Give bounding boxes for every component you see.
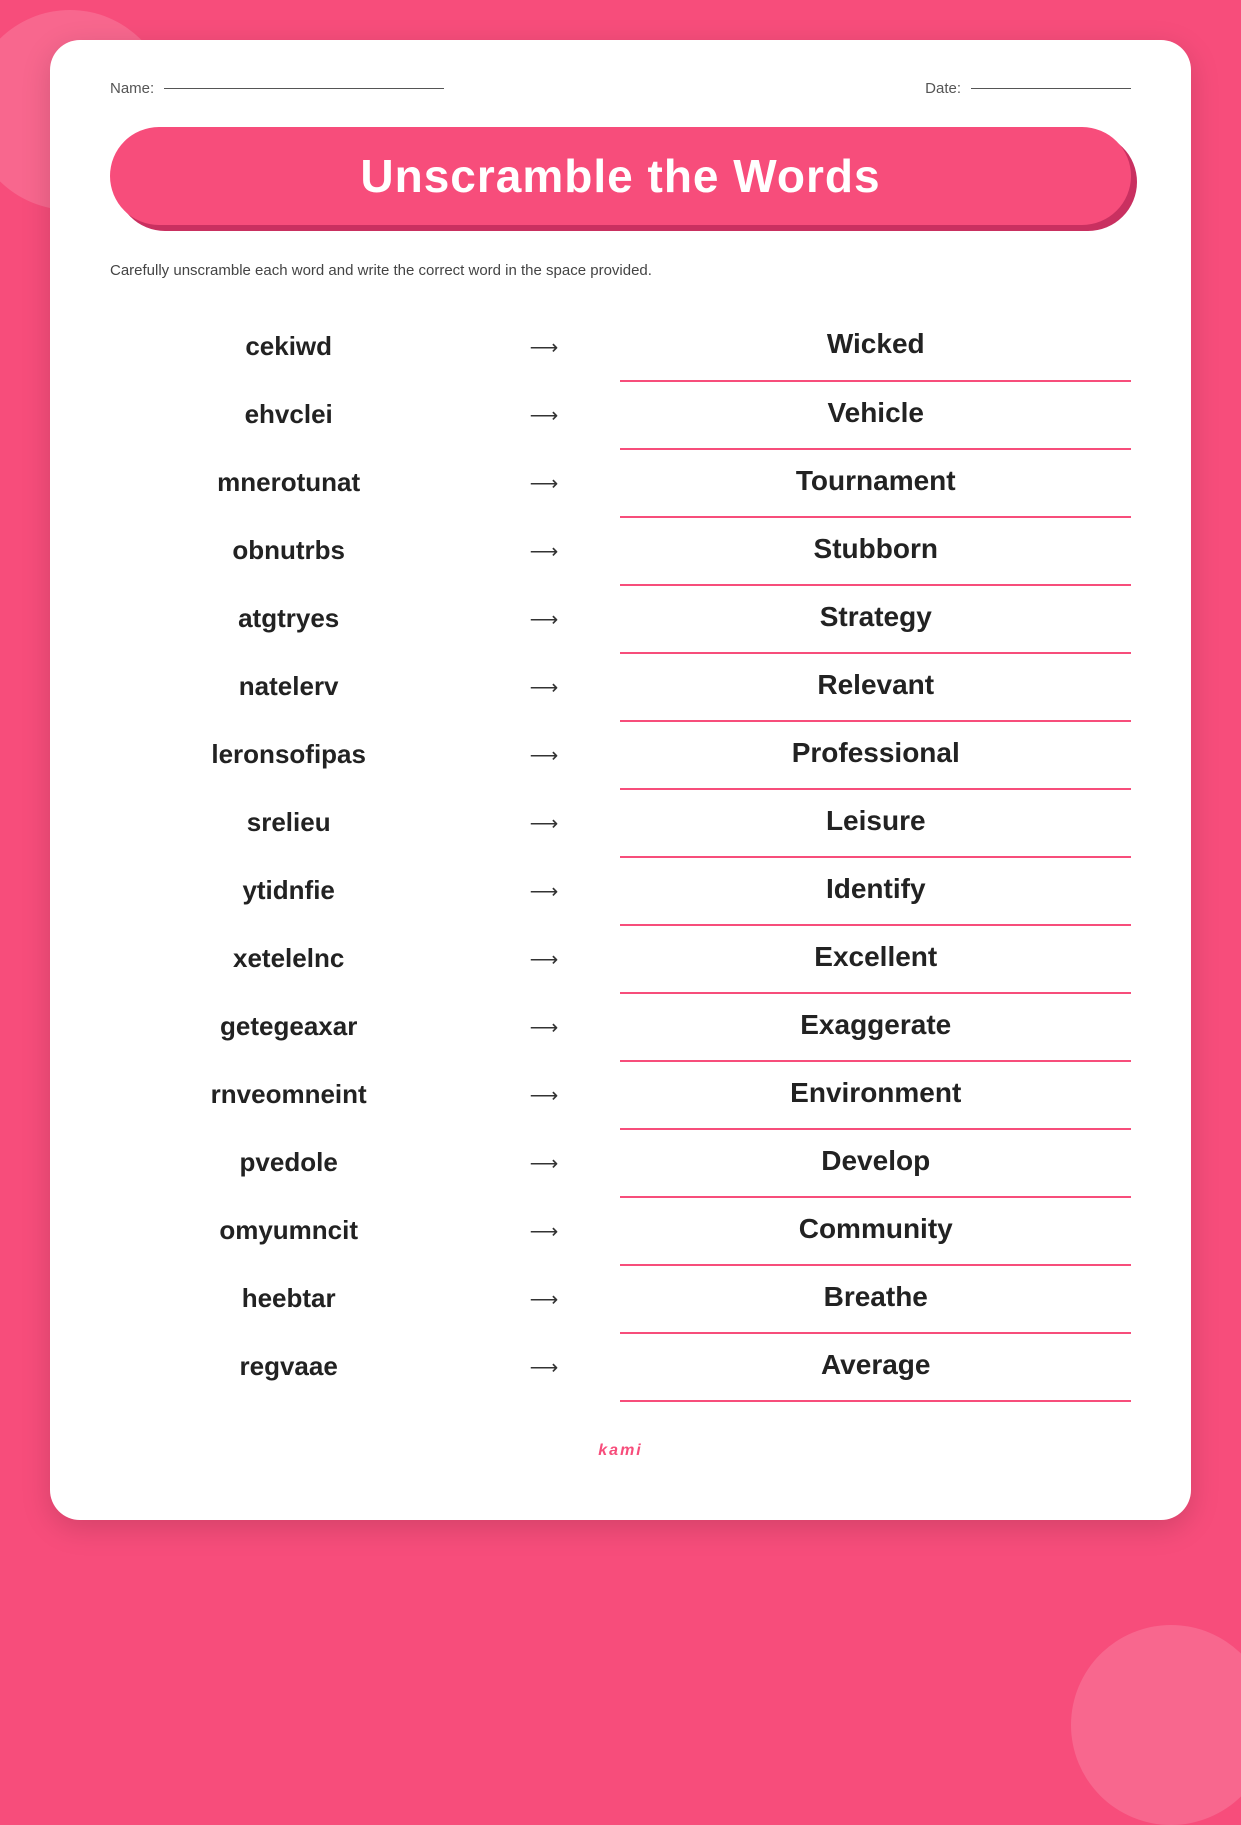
right-arrow-icon: ⟶ — [530, 811, 559, 836]
answer-word: Exaggerate — [620, 993, 1131, 1061]
answer-word: Tournament — [620, 449, 1131, 517]
corner-circle-br — [1071, 1625, 1241, 1825]
title-container: Unscramble the Words — [110, 127, 1131, 225]
table-row: rnveomneint ⟶ Environment — [110, 1061, 1131, 1129]
name-date-row: Name: Date: — [110, 80, 1131, 97]
arrow-icon: ⟶ — [467, 1265, 620, 1333]
table-row: srelieu ⟶ Leisure — [110, 789, 1131, 857]
arrow-icon: ⟶ — [467, 653, 620, 721]
scrambled-word: ytidnfie — [110, 857, 467, 925]
right-arrow-icon: ⟶ — [530, 1083, 559, 1108]
right-arrow-icon: ⟶ — [530, 743, 559, 768]
answer-word: Excellent — [620, 925, 1131, 993]
scrambled-word: xetelelnc — [110, 925, 467, 993]
scrambled-word: rnveomneint — [110, 1061, 467, 1129]
answer-word: Community — [620, 1197, 1131, 1265]
answer-word: Identify — [620, 857, 1131, 925]
page-inner: Name: Date: Unscramble the Words Careful… — [50, 40, 1191, 1520]
right-arrow-icon: ⟶ — [530, 607, 559, 632]
scrambled-word: heebtar — [110, 1265, 467, 1333]
arrow-icon: ⟶ — [467, 1129, 620, 1197]
scrambled-word: obnutrbs — [110, 517, 467, 585]
instructions-text: Carefully unscramble each word and write… — [110, 260, 1131, 283]
table-row: ehvclei ⟶ Vehicle — [110, 381, 1131, 449]
scrambled-word: leronsofipas — [110, 721, 467, 789]
date-label: Date: — [925, 80, 961, 97]
date-underline — [971, 88, 1131, 89]
scrambled-word: cekiwd — [110, 313, 467, 381]
table-row: omyumncit ⟶ Community — [110, 1197, 1131, 1265]
right-arrow-icon: ⟶ — [530, 1151, 559, 1176]
right-arrow-icon: ⟶ — [530, 947, 559, 972]
scrambled-word: natelerv — [110, 653, 467, 721]
answer-word: Leisure — [620, 789, 1131, 857]
answer-word: Relevant — [620, 653, 1131, 721]
answer-word: Environment — [620, 1061, 1131, 1129]
table-row: pvedole ⟶ Develop — [110, 1129, 1131, 1197]
arrow-icon: ⟶ — [467, 925, 620, 993]
scrambled-word: mnerotunat — [110, 449, 467, 517]
name-underline — [164, 88, 444, 89]
arrow-icon: ⟶ — [467, 1197, 620, 1265]
arrow-icon: ⟶ — [467, 313, 620, 381]
arrow-icon: ⟶ — [467, 857, 620, 925]
answer-word: Professional — [620, 721, 1131, 789]
right-arrow-icon: ⟶ — [530, 1015, 559, 1040]
arrow-icon: ⟶ — [467, 789, 620, 857]
table-row: ytidnfie ⟶ Identify — [110, 857, 1131, 925]
answer-word: Strategy — [620, 585, 1131, 653]
right-arrow-icon: ⟶ — [530, 879, 559, 904]
arrow-icon: ⟶ — [467, 517, 620, 585]
arrow-icon: ⟶ — [467, 993, 620, 1061]
arrow-icon: ⟶ — [467, 449, 620, 517]
scrambled-word: getegeaxar — [110, 993, 467, 1061]
answer-word: Stubborn — [620, 517, 1131, 585]
table-row: regvaae ⟶ Average — [110, 1333, 1131, 1401]
answer-word: Wicked — [620, 313, 1131, 381]
scrambled-word: ehvclei — [110, 381, 467, 449]
scrambled-word: pvedole — [110, 1129, 467, 1197]
right-arrow-icon: ⟶ — [530, 471, 559, 496]
table-row: obnutrbs ⟶ Stubborn — [110, 517, 1131, 585]
answer-word: Breathe — [620, 1265, 1131, 1333]
name-field: Name: — [110, 80, 444, 97]
table-row: getegeaxar ⟶ Exaggerate — [110, 993, 1131, 1061]
right-arrow-icon: ⟶ — [530, 1287, 559, 1312]
table-row: natelerv ⟶ Relevant — [110, 653, 1131, 721]
table-row: leronsofipas ⟶ Professional — [110, 721, 1131, 789]
scrambled-word: srelieu — [110, 789, 467, 857]
table-row: xetelelnc ⟶ Excellent — [110, 925, 1131, 993]
date-field: Date: — [925, 80, 1131, 97]
footer-text: kami — [110, 1442, 1131, 1460]
arrow-icon: ⟶ — [467, 1061, 620, 1129]
table-row: atgtryes ⟶ Strategy — [110, 585, 1131, 653]
scrambled-word: regvaae — [110, 1333, 467, 1401]
name-label: Name: — [110, 80, 154, 97]
answer-word: Develop — [620, 1129, 1131, 1197]
words-table: cekiwd ⟶ Wicked ehvclei ⟶ Vehicle mnerotunat ⟶ T… — [110, 313, 1131, 1402]
arrow-icon: ⟶ — [467, 585, 620, 653]
answer-word: Average — [620, 1333, 1131, 1401]
table-row: cekiwd ⟶ Wicked — [110, 313, 1131, 381]
right-arrow-icon: ⟶ — [530, 1355, 559, 1380]
right-arrow-icon: ⟶ — [530, 539, 559, 564]
answer-word: Vehicle — [620, 381, 1131, 449]
scrambled-word: omyumncit — [110, 1197, 467, 1265]
right-arrow-icon: ⟶ — [530, 335, 559, 360]
right-arrow-icon: ⟶ — [530, 675, 559, 700]
right-arrow-icon: ⟶ — [530, 403, 559, 428]
page-title: Unscramble the Words — [170, 149, 1071, 203]
arrow-icon: ⟶ — [467, 381, 620, 449]
scrambled-word: atgtryes — [110, 585, 467, 653]
arrow-icon: ⟶ — [467, 721, 620, 789]
table-row: heebtar ⟶ Breathe — [110, 1265, 1131, 1333]
arrow-icon: ⟶ — [467, 1333, 620, 1401]
table-row: mnerotunat ⟶ Tournament — [110, 449, 1131, 517]
right-arrow-icon: ⟶ — [530, 1219, 559, 1244]
